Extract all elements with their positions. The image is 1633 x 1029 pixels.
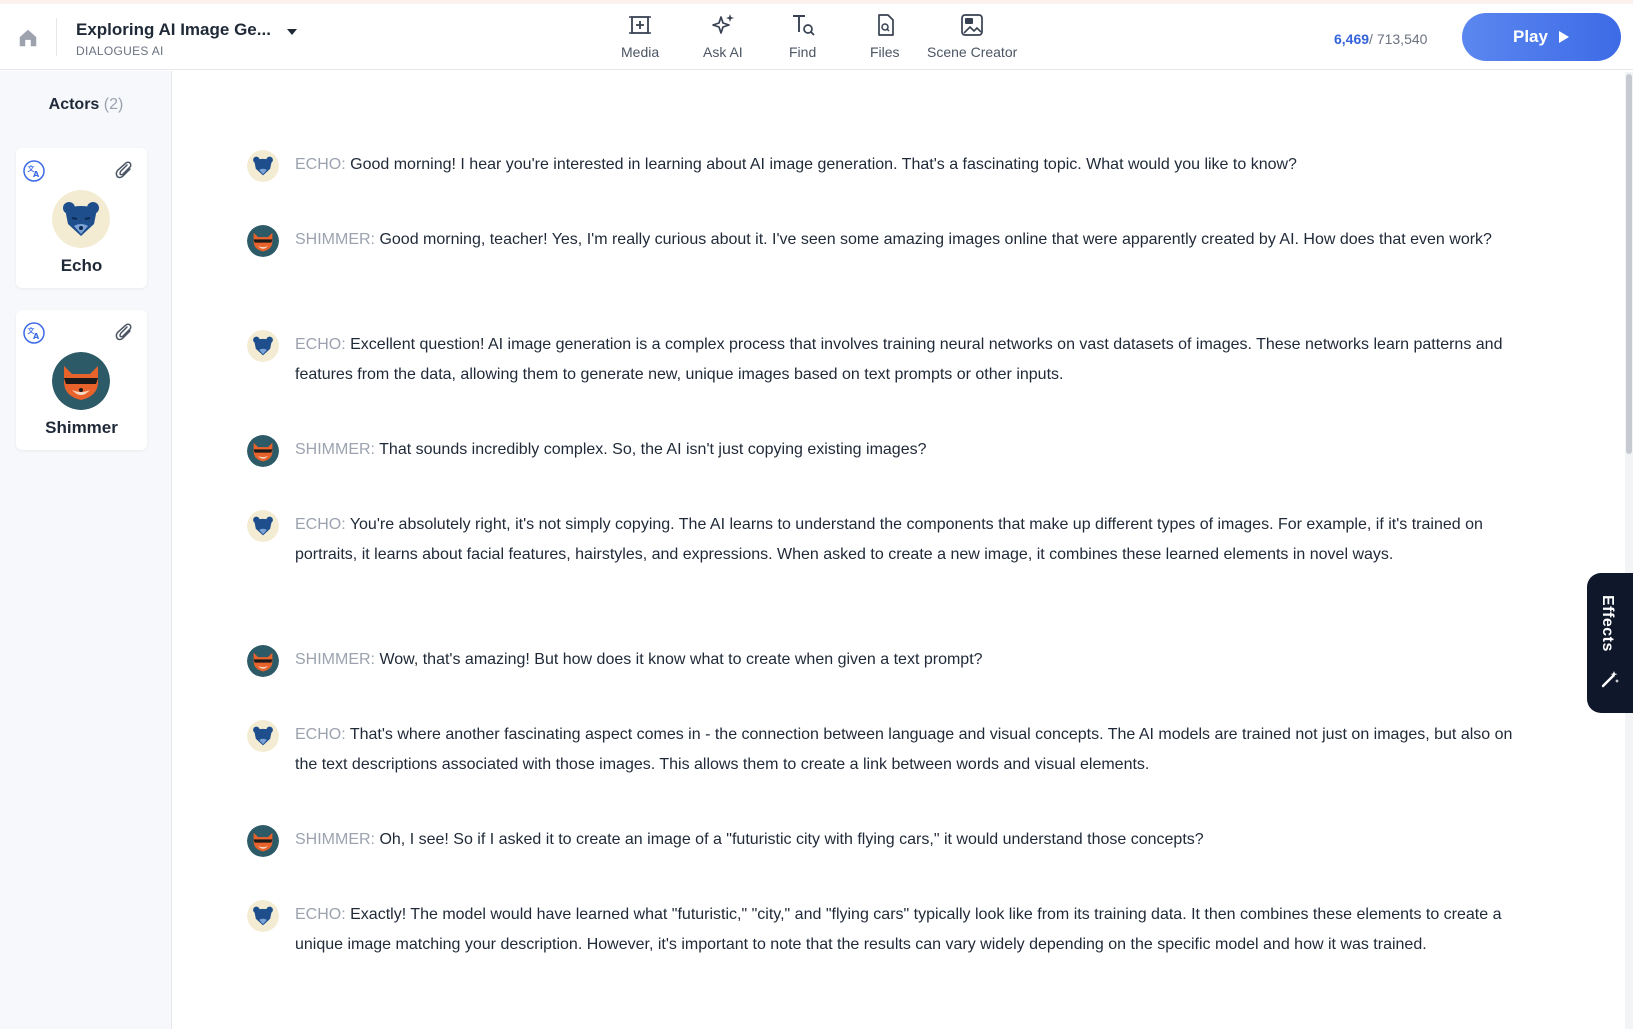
speaker-label: SHIMMER: [295,231,375,248]
actor-card-shimmer[interactable]: 文A Shimmer [16,310,147,450]
tool-scene-creator-label: Scene Creator [927,44,1018,60]
dialogue-line[interactable]: ECHO: That's where another fascinating a… [247,720,1535,780]
dialogue-line[interactable]: SHIMMER: That sounds incredibly complex.… [247,435,1535,467]
tool-find-label: Find [789,44,817,60]
actors-heading: Actors (2) [0,96,172,114]
scrollbar-thumb[interactable] [1626,74,1632,454]
speaker-label: SHIMMER: [295,651,375,668]
paperclip-icon[interactable] [115,160,135,182]
bear-avatar [247,720,279,752]
speaker-label: SHIMMER: [295,441,375,458]
line-text[interactable]: Exactly! The model would have learned wh… [295,906,1501,953]
fox-avatar [247,825,279,857]
tool-ask-ai-label: Ask AI [703,44,743,60]
translate-icon[interactable]: 文A [23,322,45,344]
speaker-label: ECHO: [295,726,346,743]
bear-avatar [247,510,279,542]
actor-card-echo[interactable]: 文A Echo [16,148,147,288]
fox-avatar [247,225,279,257]
dialogue-line[interactable]: SHIMMER: Good morning, teacher! Yes, I'm… [247,225,1535,257]
counter-current: 6,469 [1334,31,1370,47]
tool-scene-creator[interactable]: Scene Creator [927,12,1017,64]
fox-avatar [247,645,279,677]
media-icon [629,16,652,34]
sparkles-icon [711,14,734,34]
play-icon [1558,31,1569,43]
chevron-down-icon[interactable] [284,26,300,38]
tool-files[interactable]: Files [870,12,900,64]
magic-wand-icon [1601,671,1619,688]
svg-text:A: A [33,170,40,179]
bear-avatar [247,900,279,932]
line-text[interactable]: Wow, that's amazing! But how does it kno… [379,651,982,668]
counter-total: / 713,540 [1369,31,1428,47]
dialogue-line[interactable]: SHIMMER: Wow, that's amazing! But how do… [247,645,1535,677]
project-subtitle: DIALOGUES AI [76,44,164,58]
speaker-label: ECHO: [295,906,346,923]
app-header: Exploring AI Image Ge... DIALOGUES AI Me… [0,4,1633,70]
word-counter: 6,469/ 713,540 [1334,31,1427,47]
dialogue-line[interactable]: ECHO: Excellent question! AI image gener… [247,330,1535,390]
line-text[interactable]: Good morning! I hear you're interested i… [350,156,1297,173]
line-text[interactable]: That's where another fascinating aspect … [295,726,1512,773]
actors-sidebar: Actors (2) 文A Echo 文A Shimmer [0,71,172,1029]
home-button[interactable] [14,24,42,52]
bear-avatar [247,330,279,362]
actor-name: Echo [60,256,103,275]
translate-icon[interactable]: 文A [23,160,45,182]
dialogue-line[interactable]: ECHO: You're absolutely right, it's not … [247,510,1535,570]
bear-avatar [52,190,110,248]
header-divider [56,18,57,56]
effects-label: Effects [1599,595,1616,652]
line-text[interactable]: Good morning, teacher! Yes, I'm really c… [379,231,1492,248]
speaker-label: ECHO: [295,516,346,533]
bear-avatar [247,150,279,182]
fox-avatar [247,435,279,467]
play-button-label: Play [1513,27,1548,46]
tool-media[interactable]: Media [621,12,659,64]
tool-files-label: Files [870,44,900,60]
actors-heading-label: Actors [48,96,100,113]
speaker-label: ECHO: [295,156,346,173]
file-search-icon [877,14,894,36]
paperclip-icon[interactable] [115,322,135,344]
line-text[interactable]: You're absolutely right, it's not simply… [295,516,1483,563]
find-text-icon [792,15,815,36]
speaker-label: SHIMMER: [295,831,375,848]
line-text[interactable]: That sounds incredibly complex. So, the … [379,441,926,458]
dialogue-line[interactable]: SHIMMER: Oh, I see! So if I asked it to … [247,825,1535,857]
speaker-label: ECHO: [295,336,346,353]
dialogue-line[interactable]: ECHO: Exactly! The model would have lear… [247,900,1535,960]
fox-avatar [52,352,110,410]
actors-count: (2) [103,96,124,113]
svg-text:A: A [33,332,40,341]
line-text[interactable]: Excellent question! AI image generation … [295,336,1502,383]
content-scrollbar[interactable] [1625,72,1633,1029]
line-text[interactable]: Oh, I see! So if I asked it to create an… [379,831,1203,848]
tool-ask-ai[interactable]: Ask AI [703,12,743,64]
dialogue-line[interactable]: ECHO: Good morning! I hear you're intere… [247,150,1535,182]
dialogue-editor[interactable]: ECHO: Good morning! I hear you're intere… [173,71,1625,1029]
project-title[interactable]: Exploring AI Image Ge... [76,20,271,40]
home-icon [19,29,37,47]
tool-find[interactable]: Find [789,12,816,64]
scene-creator-icon [961,14,983,36]
tool-media-label: Media [621,44,660,60]
actor-name: Shimmer [45,418,118,437]
effects-panel-tab[interactable]: Effects [1587,573,1633,713]
play-button[interactable]: Play [1462,13,1621,61]
